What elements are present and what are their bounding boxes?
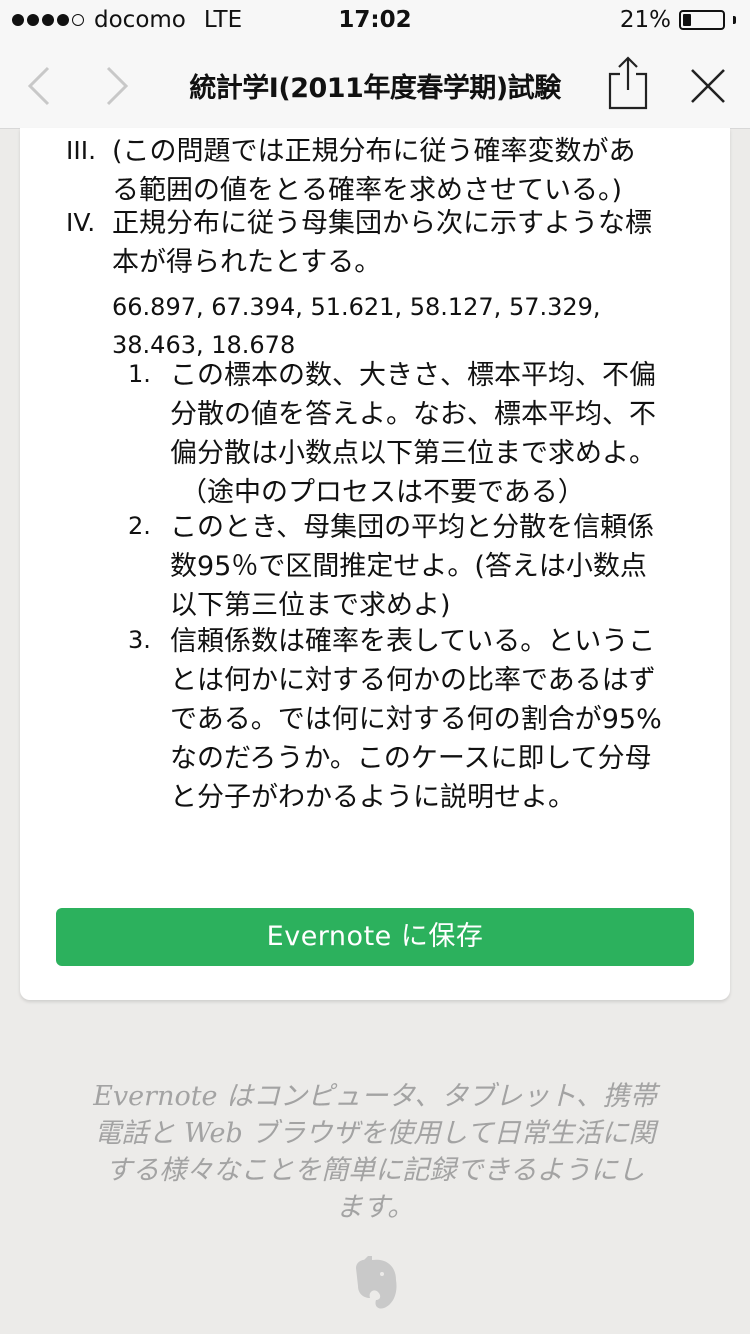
text-line: 以下第三位まで求めよ) [170, 590, 451, 621]
share-icon[interactable] [606, 54, 650, 112]
status-bar: docomo LTE 17:02 21% [0, 0, 750, 42]
page-title: 統計学I(2011年度春学期)試験 [189, 73, 561, 104]
battery-percent: 21% [619, 7, 671, 33]
status-right: 21% [620, 7, 736, 33]
text-line: 数95％で区間推定せよ。(答えは小数点 [170, 551, 647, 582]
text-line: この標本の数、大きさ、標本平均、不偏 [170, 360, 656, 391]
text-line: と分子がわかるように説明せよ。 [170, 782, 575, 813]
close-icon[interactable] [688, 66, 728, 106]
item-label: III. [66, 136, 97, 165]
text-line: とは何かに対する何かの比率であるはず [170, 665, 656, 696]
item-text: 正規分布に従う母集団から次に示すような標 本が得られたとする。 66.897, … [112, 204, 692, 364]
text-line: （途中のプロセスは不要である） [180, 477, 585, 508]
text-line: 本が得られたとする。 [112, 247, 382, 278]
item-text: (この問題では正規分布に従う確率変数があ る範囲の値をとる確率を求めさせている。… [112, 132, 692, 210]
text-line: このとき、母集団の平均と分散を信頼係 [170, 512, 655, 543]
save-to-evernote-button[interactable]: Evernote に保存 [56, 908, 694, 966]
sub-text: この標本の数、大きさ、標本平均、不偏 分散の値を答えよ。なお、標本平均、不 偏分… [170, 356, 710, 512]
evernote-elephant-icon [356, 1256, 397, 1309]
text-line: なのだろうか。このケースに即して分母 [170, 743, 652, 774]
sub-label: 3. [128, 626, 151, 654]
back-icon[interactable] [24, 64, 54, 108]
footer-line: 電話と Web ブラウザを使用して日常生活に関 [94, 1118, 656, 1149]
sub-label: 1. [128, 360, 151, 388]
sample-values: 66.897, 67.394, 51.621, 58.127, 57.329, … [112, 288, 692, 364]
item-label: IV. [66, 208, 96, 237]
footer-line: Evernote はコンピュータ、タブレット、携帯 [93, 1081, 657, 1112]
text-line: 信頼係数は確率を表している。というこ [170, 626, 656, 657]
sample-line: 66.897, 67.394, 51.621, 58.127, 57.329, [112, 293, 601, 321]
battery-icon [679, 10, 725, 30]
text-line: 偏分散は小数点以下第三位まで求めよ。 [170, 438, 656, 469]
forward-icon[interactable] [102, 64, 132, 108]
text-line: 正規分布に従う母集団から次に示すような標 [112, 208, 652, 239]
battery-nub [733, 16, 736, 24]
footer-line: する様々なことを簡単に記録できるようにし [105, 1155, 645, 1186]
footer-line: ます。 [335, 1192, 415, 1223]
text-line: である。では何に対する何の割合が95% [170, 704, 662, 735]
text-line: (この問題では正規分布に従う確率変数があ [112, 136, 636, 167]
sub-label: 2. [128, 512, 151, 540]
footer-description: Evernote はコンピュータ、タブレット、携帯 電話と Web ブラウザを使… [80, 1078, 670, 1226]
sub-text: このとき、母集団の平均と分散を信頼係 数95％で区間推定せよ。(答えは小数点 以… [170, 508, 710, 625]
navigation-bar: 統計学I(2011年度春学期)試験 [0, 42, 750, 129]
battery-fill [683, 14, 691, 26]
sub-text: 信頼係数は確率を表している。というこ とは何かに対する何かの比率であるはず であ… [170, 622, 710, 817]
note-content-card: III. (この問題では正規分布に従う確率変数があ る範囲の値をとる確率を求めさ… [20, 128, 730, 1000]
text-line: 分散の値を答えよ。なお、標本平均、不 [170, 399, 656, 430]
